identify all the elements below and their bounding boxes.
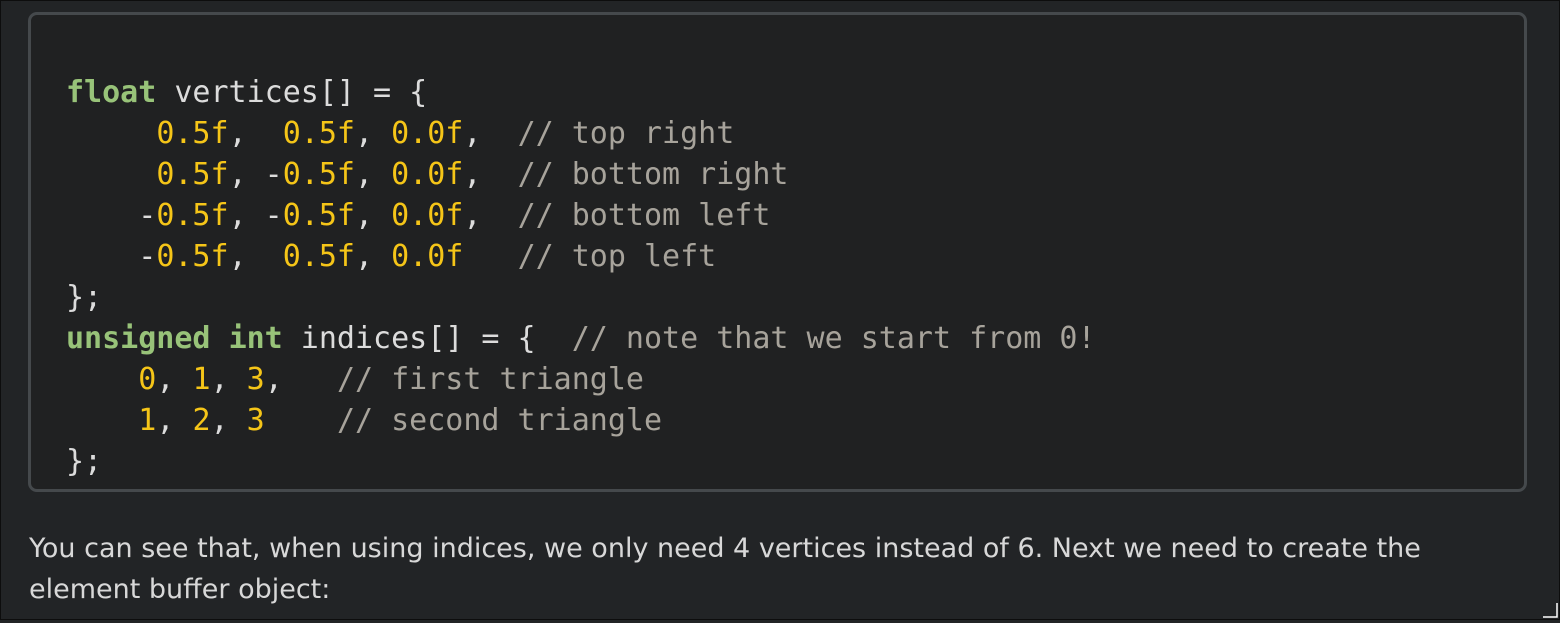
code-token-plain: , bbox=[210, 403, 247, 438]
code-token-plain: , bbox=[156, 362, 193, 397]
code-token-number: 0.0f bbox=[391, 157, 464, 192]
code-token-plain: , - bbox=[228, 198, 283, 233]
code-token-plain: }; bbox=[66, 444, 103, 479]
code-token-plain: , bbox=[355, 116, 392, 151]
code-line: }; bbox=[66, 277, 1096, 318]
code-token-number: 0.5f bbox=[282, 198, 355, 233]
code-line: float vertices[] = { bbox=[66, 72, 1096, 113]
code-line: unsigned int indices[] = { // note that … bbox=[66, 318, 1096, 359]
code-token-plain: - bbox=[66, 198, 157, 233]
code-line: -0.5f, -0.5f, 0.0f, // bottom left bbox=[66, 195, 1096, 236]
code-token-plain: , bbox=[228, 116, 283, 151]
code-token-number: 0.5f bbox=[156, 239, 229, 274]
code-token-plain: , bbox=[264, 362, 337, 397]
code-token-plain: , bbox=[463, 116, 518, 151]
code-token-comment: // first triangle bbox=[336, 362, 644, 397]
body-paragraph: You can see that, when using indices, we… bbox=[29, 533, 1421, 605]
code-token-number: 0.0f bbox=[391, 116, 464, 151]
code-token-number: 0.0f bbox=[391, 239, 464, 274]
code-line: 0.5f, -0.5f, 0.0f, // bottom right bbox=[66, 154, 1096, 195]
code-token-comment: // bottom left bbox=[517, 198, 771, 233]
code-token-plain: , bbox=[463, 157, 518, 192]
code-token-number: 0.5f bbox=[282, 157, 355, 192]
code-token-number: 3 bbox=[246, 403, 265, 438]
code-token-comment: // top left bbox=[517, 239, 717, 274]
code-token-comment: // second triangle bbox=[336, 403, 663, 438]
code-token-plain: , bbox=[228, 239, 283, 274]
code-line: 0, 1, 3, // first triangle bbox=[66, 359, 1096, 400]
code-token-keyword: int bbox=[228, 321, 283, 356]
code-token-number: 3 bbox=[246, 362, 265, 397]
code-line: 0.5f, 0.5f, 0.0f, // top right bbox=[66, 113, 1096, 154]
code-token-number: 2 bbox=[192, 403, 211, 438]
code-line: 1, 2, 3 // second triangle bbox=[66, 400, 1096, 441]
code-line: }; bbox=[66, 441, 1096, 482]
code-token-number: 0.5f bbox=[156, 157, 229, 192]
code-token-number: 0.5f bbox=[156, 198, 229, 233]
code-token-plain: , bbox=[355, 157, 392, 192]
code-listing: float vertices[] = { 0.5f, 0.5f, 0.0f, /… bbox=[66, 72, 1096, 482]
code-token-number: 0.5f bbox=[282, 239, 355, 274]
code-token-plain: vertices[] = { bbox=[156, 75, 428, 110]
code-token-comment: // bottom right bbox=[517, 157, 789, 192]
code-token-plain: , bbox=[156, 403, 193, 438]
code-token-plain: }; bbox=[66, 280, 103, 315]
code-token-number: 1 bbox=[192, 362, 211, 397]
resize-grip-icon[interactable] bbox=[1542, 602, 1558, 618]
code-token-number: 0.0f bbox=[391, 198, 464, 233]
code-token-plain: , bbox=[210, 362, 247, 397]
code-token-plain: , bbox=[355, 198, 392, 233]
code-token-comment: // note that we start from 0! bbox=[571, 321, 1096, 356]
code-token-keyword: float bbox=[66, 75, 157, 110]
code-token-keyword: unsigned bbox=[66, 321, 211, 356]
code-token-number: 0.5f bbox=[282, 116, 355, 151]
code-line: -0.5f, 0.5f, 0.0f // top left bbox=[66, 236, 1096, 277]
code-token-plain: indices[] = { bbox=[282, 321, 572, 356]
code-block: float vertices[] = { 0.5f, 0.5f, 0.0f, /… bbox=[28, 12, 1527, 492]
code-token-comment: // top right bbox=[517, 116, 735, 151]
code-token-number: 0 bbox=[138, 362, 157, 397]
code-token-number: 1 bbox=[138, 403, 157, 438]
code-token-plain: , bbox=[355, 239, 392, 274]
code-token-plain: - bbox=[66, 239, 157, 274]
code-token-plain: , bbox=[463, 198, 518, 233]
code-token-plain: , - bbox=[228, 157, 283, 192]
code-token-number: 0.5f bbox=[156, 116, 229, 151]
